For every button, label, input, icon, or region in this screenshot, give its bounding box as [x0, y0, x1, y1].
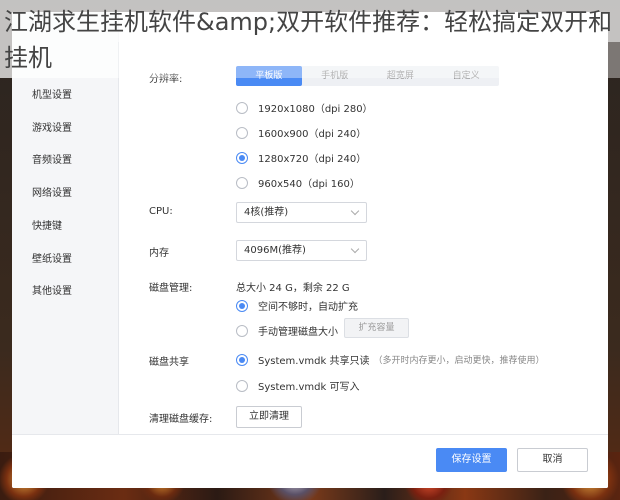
cpu-label: CPU: — [149, 206, 173, 217]
shared-disk-option-writable[interactable]: System.vmdk 可写入 — [236, 378, 359, 393]
tab-tablet[interactable]: 平板版 — [236, 66, 302, 86]
sidebar-item-wallpaper[interactable]: 壁纸设置 — [32, 250, 72, 265]
chevron-down-icon — [350, 244, 360, 254]
radio-button-selected[interactable] — [236, 299, 248, 312]
radio-button[interactable] — [236, 101, 248, 114]
disk-option-auto[interactable]: 空间不够时，自动扩充 — [236, 298, 358, 313]
sidebar-item-audio[interactable]: 音频设置 — [32, 151, 72, 166]
tab-custom[interactable]: 自定义 — [433, 66, 499, 86]
sidebar-item-shortcuts[interactable]: 快捷键 — [32, 217, 62, 232]
shared-disk-option-readonly[interactable]: System.vmdk 共享只读 （多开时内存更小，启动更快，推荐使用） — [236, 352, 544, 367]
shared-disk-label: 磁盘共享 — [149, 357, 189, 368]
expand-capacity-button[interactable]: 扩充容量 — [344, 318, 409, 338]
settings-dialog: 机型设置 游戏设置 音频设置 网络设置 快捷键 壁纸设置 其他设置 分辨率: 平… — [12, 12, 608, 488]
settings-sidebar: 机型设置 游戏设置 音频设置 网络设置 快捷键 壁纸设置 其他设置 — [12, 12, 119, 434]
tab-phone[interactable]: 手机版 — [302, 66, 368, 86]
sidebar-item-other[interactable]: 其他设置 — [32, 282, 72, 297]
resolution-label: 分辨率: — [149, 74, 183, 85]
radio-button-selected[interactable] — [236, 151, 248, 164]
sidebar-item-game[interactable]: 游戏设置 — [32, 119, 72, 134]
cpu-select[interactable]: 4核(推荐) — [236, 202, 367, 223]
tab-ultrawide[interactable]: 超宽屏 — [368, 66, 434, 86]
chevron-down-icon — [350, 206, 360, 216]
memory-label: 内存 — [149, 248, 169, 259]
disk-option-manual[interactable]: 手动管理磁盘大小 — [236, 323, 338, 338]
dialog-footer: 保存设置 取消 — [12, 434, 608, 488]
memory-select-value: 4096M(推荐) — [244, 245, 306, 256]
radio-button-selected[interactable] — [236, 353, 248, 366]
save-button[interactable]: 保存设置 — [436, 448, 507, 472]
cpu-select-value: 4核(推荐) — [244, 207, 289, 218]
resolution-option-1920[interactable]: 1920x1080（dpi 280） — [236, 100, 373, 115]
sidebar-item-device[interactable]: 机型设置 — [32, 86, 72, 101]
resolution-tabs: 平板版 手机版 超宽屏 自定义 — [236, 66, 499, 86]
memory-select[interactable]: 4096M(推荐) — [236, 240, 367, 261]
disk-label: 磁盘管理: — [149, 283, 193, 294]
clear-cache-button[interactable]: 立即清理 — [236, 406, 302, 428]
sidebar-item-network[interactable]: 网络设置 — [32, 184, 72, 199]
disk-summary: 总大小 24 G，剩余 22 G — [236, 283, 350, 294]
cancel-button[interactable]: 取消 — [517, 448, 588, 472]
radio-button[interactable] — [236, 379, 248, 392]
resolution-option-960[interactable]: 960x540（dpi 160） — [236, 175, 360, 190]
radio-button[interactable] — [236, 176, 248, 189]
clear-cache-label: 清理磁盘缓存: — [149, 414, 213, 425]
resolution-option-1600[interactable]: 1600x900（dpi 240） — [236, 125, 366, 140]
radio-button[interactable] — [236, 324, 248, 337]
radio-button[interactable] — [236, 126, 248, 139]
resolution-option-1280[interactable]: 1280x720（dpi 240） — [236, 150, 366, 165]
settings-content: 分辨率: 平板版 手机版 超宽屏 自定义 1920x1080（dpi 280） … — [119, 12, 608, 434]
